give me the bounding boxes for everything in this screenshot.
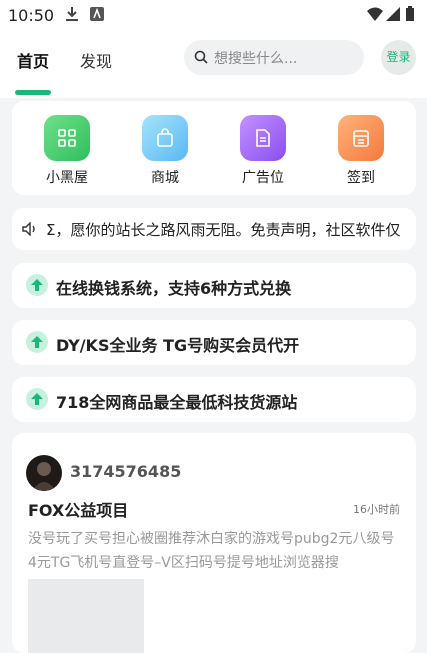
search-icon [194, 50, 208, 64]
nav-item-shop[interactable]: 商城 [125, 115, 205, 187]
document-icon [240, 115, 286, 161]
shopping-bag-icon [142, 115, 188, 161]
download-icon [66, 7, 78, 21]
nav-item-blackroom[interactable]: 小黑屋 [27, 115, 107, 187]
login-button[interactable]: 登录 [381, 40, 416, 75]
battery-icon [406, 6, 414, 21]
nav-label: 签到 [347, 170, 375, 186]
nav-label: 商城 [151, 170, 179, 186]
post-username[interactable]: 3174576485 [70, 462, 181, 481]
status-bar: 10:50 [0, 0, 427, 30]
nav-item-ad[interactable]: 广告位 [223, 115, 303, 187]
status-time: 10:50 [8, 6, 55, 25]
arrow-up-icon [26, 274, 48, 296]
nav-item-checkin[interactable]: 签到 [321, 115, 401, 187]
post-image[interactable] [28, 579, 144, 653]
search-placeholder: 想搜些什么... [214, 51, 298, 67]
post-title[interactable]: FOX公益项目 [28, 497, 128, 521]
arrow-up-icon [26, 331, 48, 353]
active-tab-indicator [15, 90, 51, 95]
promo-text: DY/KS全业务 TG号购买会员代开 [56, 336, 300, 355]
promo-item[interactable]: 在线换钱系统，支持6种方式兑换 [12, 263, 416, 308]
post-timestamp: 16小时前 [353, 503, 400, 516]
top-header: 首页 发现 想搜些什么... 登录 [0, 30, 427, 98]
quick-nav-card: 小黑屋 商城 广告位 签到 [12, 101, 416, 195]
promo-item[interactable]: 718全网商品最全最低科技货源站 [12, 377, 416, 422]
promo-item[interactable]: DY/KS全业务 TG号购买会员代开 [12, 320, 416, 365]
notice-text: Σ，愿你的站长之路风雨无阻。免责声明，社区软件仅 [46, 221, 401, 239]
avatar[interactable] [26, 455, 62, 491]
signal-icon [386, 7, 400, 21]
calendar-icon [338, 115, 384, 161]
nav-label: 小黑屋 [46, 170, 88, 186]
notice-bar[interactable]: Σ，愿你的站长之路风雨无阻。免责声明，社区软件仅 [12, 208, 416, 250]
post-card[interactable]: 3174576485 FOX公益项目 16小时前 没号玩了买号担心被圈推荐沐白家… [12, 433, 416, 653]
wifi-icon [367, 7, 383, 21]
search-input[interactable]: 想搜些什么... [184, 40, 364, 75]
speaker-icon [22, 222, 35, 236]
nav-label: 广告位 [242, 170, 284, 186]
tab-discover[interactable]: 发现 [80, 48, 112, 72]
promo-text: 718全网商品最全最低科技货源站 [56, 393, 298, 412]
promo-text: 在线换钱系统，支持6种方式兑换 [56, 279, 292, 298]
arrow-up-icon [26, 388, 48, 410]
tab-home[interactable]: 首页 [17, 48, 49, 72]
grid-icon [44, 115, 90, 161]
app-notification-icon [90, 7, 104, 21]
